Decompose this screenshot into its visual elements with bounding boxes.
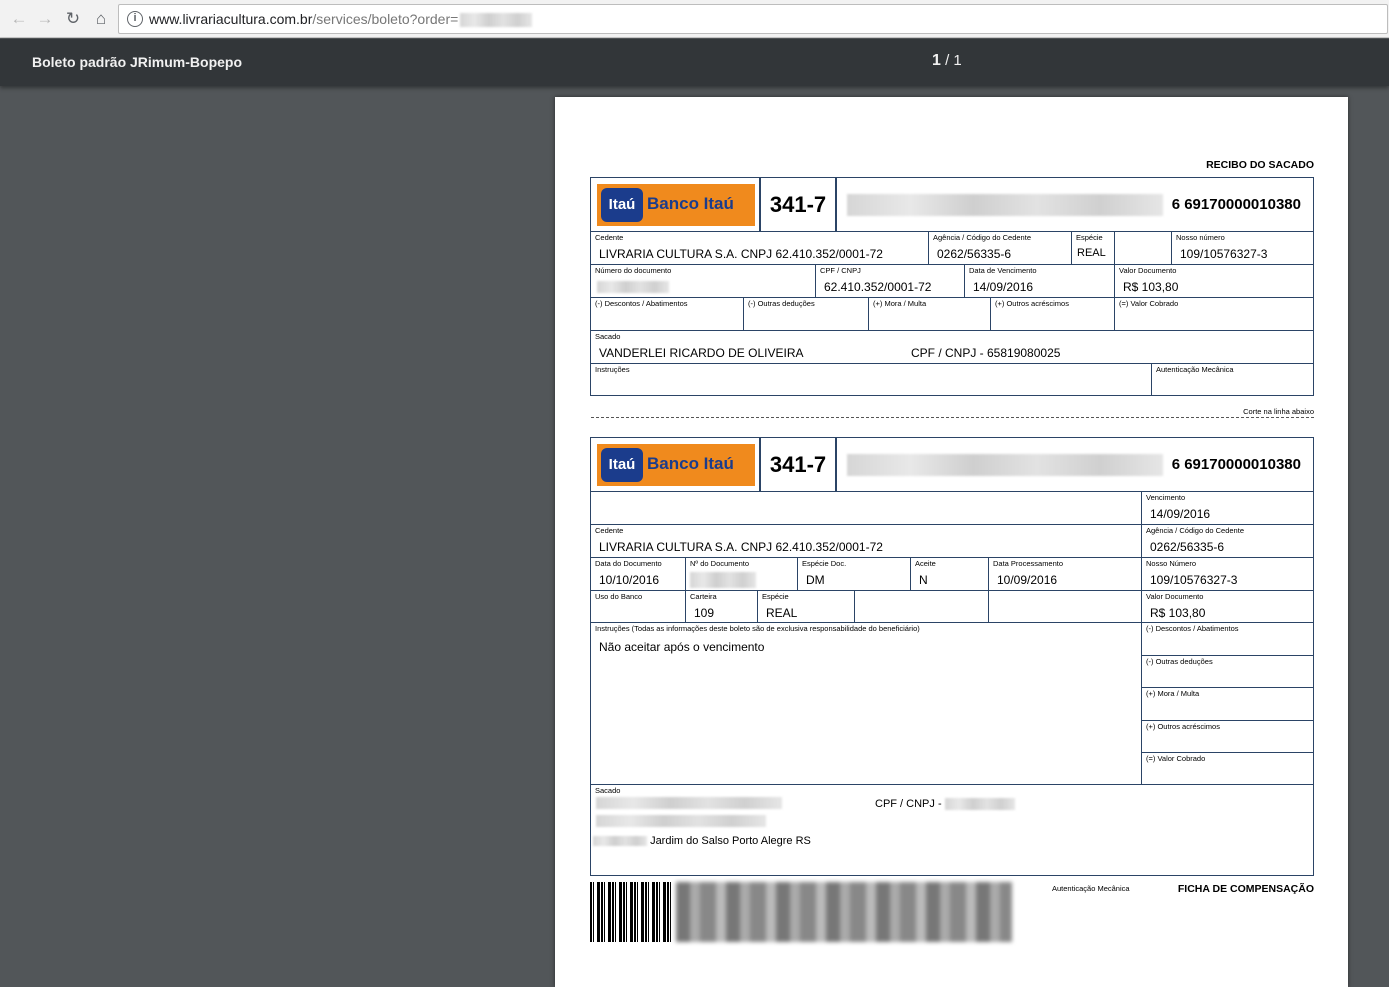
vencimento-field: Data de Vencimento 14/09/2016	[965, 265, 1115, 298]
autenticacao-label: Autenticação Mecânica	[1052, 884, 1130, 893]
numero-documento-field: Nº do Documento	[686, 558, 798, 591]
redacted-sacado-street	[596, 815, 766, 827]
bank-logo-cell: Itaú Banco Itaú	[591, 438, 761, 491]
nosso-numero-field: Nosso número 109/10576327-3	[1172, 232, 1314, 265]
redacted-linha	[847, 194, 1163, 216]
especie-field: Espécie REAL	[758, 591, 855, 623]
agencia-field: Agência / Código do Cedente 0262/56335-6	[1142, 525, 1314, 558]
url-text: www.livrariacultura.com.br/services/bole…	[149, 11, 533, 28]
bank-code: 341-7	[761, 438, 837, 491]
pdf-toolbar: Boleto padrão JRimum-Bopepo 1 / 1	[0, 39, 1389, 86]
agencia-field: Agência / Código do Cedente 0262/56335-6	[929, 232, 1072, 265]
instrucoes-field: Instruções	[591, 364, 1152, 395]
valor-documento-field: Valor Documento R$ 103,80	[1115, 265, 1314, 298]
info-icon[interactable]: i	[127, 11, 143, 27]
mora-multa-field: (+) Mora / Multa	[869, 298, 991, 331]
barcode-bars	[590, 882, 674, 942]
blank-top-field	[591, 492, 1142, 525]
redacted-sacado-name	[596, 797, 782, 809]
redacted-barcode	[676, 882, 1012, 942]
carteira-field: Carteira 109	[686, 591, 758, 623]
cedente-field: Cedente LIVRARIA CULTURA S.A. CNPJ 62.41…	[591, 525, 1142, 558]
page-current[interactable]: 1	[932, 52, 941, 69]
data-documento-field: Data do Documento 10/10/2016	[591, 558, 686, 591]
itau-logo: Itaú Banco Itaú	[597, 444, 755, 486]
itau-logo: Itaú Banco Itaú	[597, 184, 755, 226]
linha-digitavel: 6 69170000010380	[837, 178, 1313, 231]
ficha-heading: FICHA DE COMPENSAÇÃO	[1177, 883, 1314, 895]
valor-cobrado-field: (=) Valor Cobrado	[1142, 753, 1314, 785]
redacted-linha	[847, 454, 1163, 476]
cut-line	[591, 417, 1314, 418]
valor-cobrado-field: (=) Valor Cobrado	[1115, 298, 1314, 331]
sacado-field: Sacado VANDERLEI RICARDO DE OLIVEIRA CPF…	[591, 331, 1314, 364]
blank-field	[1115, 232, 1172, 265]
vencimento-field: Vencimento 14/09/2016	[1142, 492, 1314, 525]
recibo-heading: RECIBO DO SACADO	[1206, 159, 1314, 171]
aceite-field: Aceite N	[911, 558, 989, 591]
sacado-cpf: CPF / CNPJ - 65819080025	[911, 346, 1061, 360]
redacted-ndoc	[690, 572, 756, 588]
sacado-field: Sacado CPF / CNPJ - Jardim do Salso Port…	[591, 785, 1314, 875]
instrucoes-field: Instruções (Todas as informações deste b…	[591, 623, 1142, 785]
redacted-numdoc	[597, 281, 669, 293]
autenticacao-field: Autenticação Mecânica	[1156, 365, 1234, 374]
barcode	[590, 882, 1012, 942]
especie-field: Espécie REAL	[1072, 232, 1115, 265]
numero-documento-field: Número do documento	[591, 265, 816, 298]
uso-banco-field: Uso do Banco	[591, 591, 686, 623]
sacado-address: Jardim do Salso Porto Alegre RS	[593, 835, 811, 847]
quantidade-field	[855, 591, 989, 623]
mora-multa-field: (+) Mora / Multa	[1142, 688, 1314, 721]
bank-logo-cell: Itaú Banco Itaú	[591, 178, 761, 231]
cedente-field: Cedente LIVRARIA CULTURA S.A. CNPJ 62.41…	[591, 232, 929, 265]
pdf-page: RECIBO DO SACADO Itaú Banco Itaú 341-7 6…	[555, 97, 1348, 987]
browser-toolbar: ← → ↻ ⌂ i www.livrariacultura.com.br/ser…	[0, 0, 1389, 38]
outros-acrescimos-field: (+) Outros acréscimos	[1142, 721, 1314, 753]
home-icon[interactable]: ⌂	[90, 8, 112, 30]
redacted-order-id	[460, 13, 533, 28]
nosso-numero-field: Nosso Número 109/10576327-3	[1142, 558, 1314, 591]
bank-code: 341-7	[761, 178, 837, 231]
valor-field	[989, 591, 1142, 623]
descontos-field: (-) Descontos / Abatimentos	[591, 298, 744, 331]
linha-digitavel: 6 69170000010380	[837, 438, 1313, 491]
data-processamento-field: Data Processamento 10/09/2016	[989, 558, 1142, 591]
corte-label: Corte na linha abaixo	[1243, 407, 1314, 416]
sacado-cpf: CPF / CNPJ -	[875, 798, 1015, 811]
outras-deducoes-field: (-) Outras deduções	[1142, 656, 1314, 688]
recibo-box: Itaú Banco Itaú 341-7 6 69170000010380 C…	[590, 177, 1314, 396]
reload-icon[interactable]: ↻	[62, 8, 84, 30]
forward-arrow-icon[interactable]: →	[34, 8, 56, 30]
outras-deducoes-field: (-) Outras deduções	[744, 298, 869, 331]
ficha-box: Itaú Banco Itaú 341-7 6 69170000010380 C…	[590, 437, 1314, 876]
address-input[interactable]: i www.livrariacultura.com.br/services/bo…	[118, 4, 1388, 34]
pdf-title: Boleto padrão JRimum-Bopepo	[32, 54, 243, 70]
cpf-cnpj-field: CPF / CNPJ 62.410.352/0001-72	[816, 265, 965, 298]
valor-documento-field: Valor Documento R$ 103,80	[1142, 591, 1314, 623]
descontos-field: (-) Descontos / Abatimentos	[1142, 623, 1314, 656]
back-arrow-icon[interactable]: ←	[8, 8, 30, 30]
page-indicator: 1 / 1	[932, 52, 962, 69]
especie-doc-field: Espécie Doc. DM	[798, 558, 911, 591]
outros-acrescimos-field: (+) Outros acréscimos	[991, 298, 1115, 331]
